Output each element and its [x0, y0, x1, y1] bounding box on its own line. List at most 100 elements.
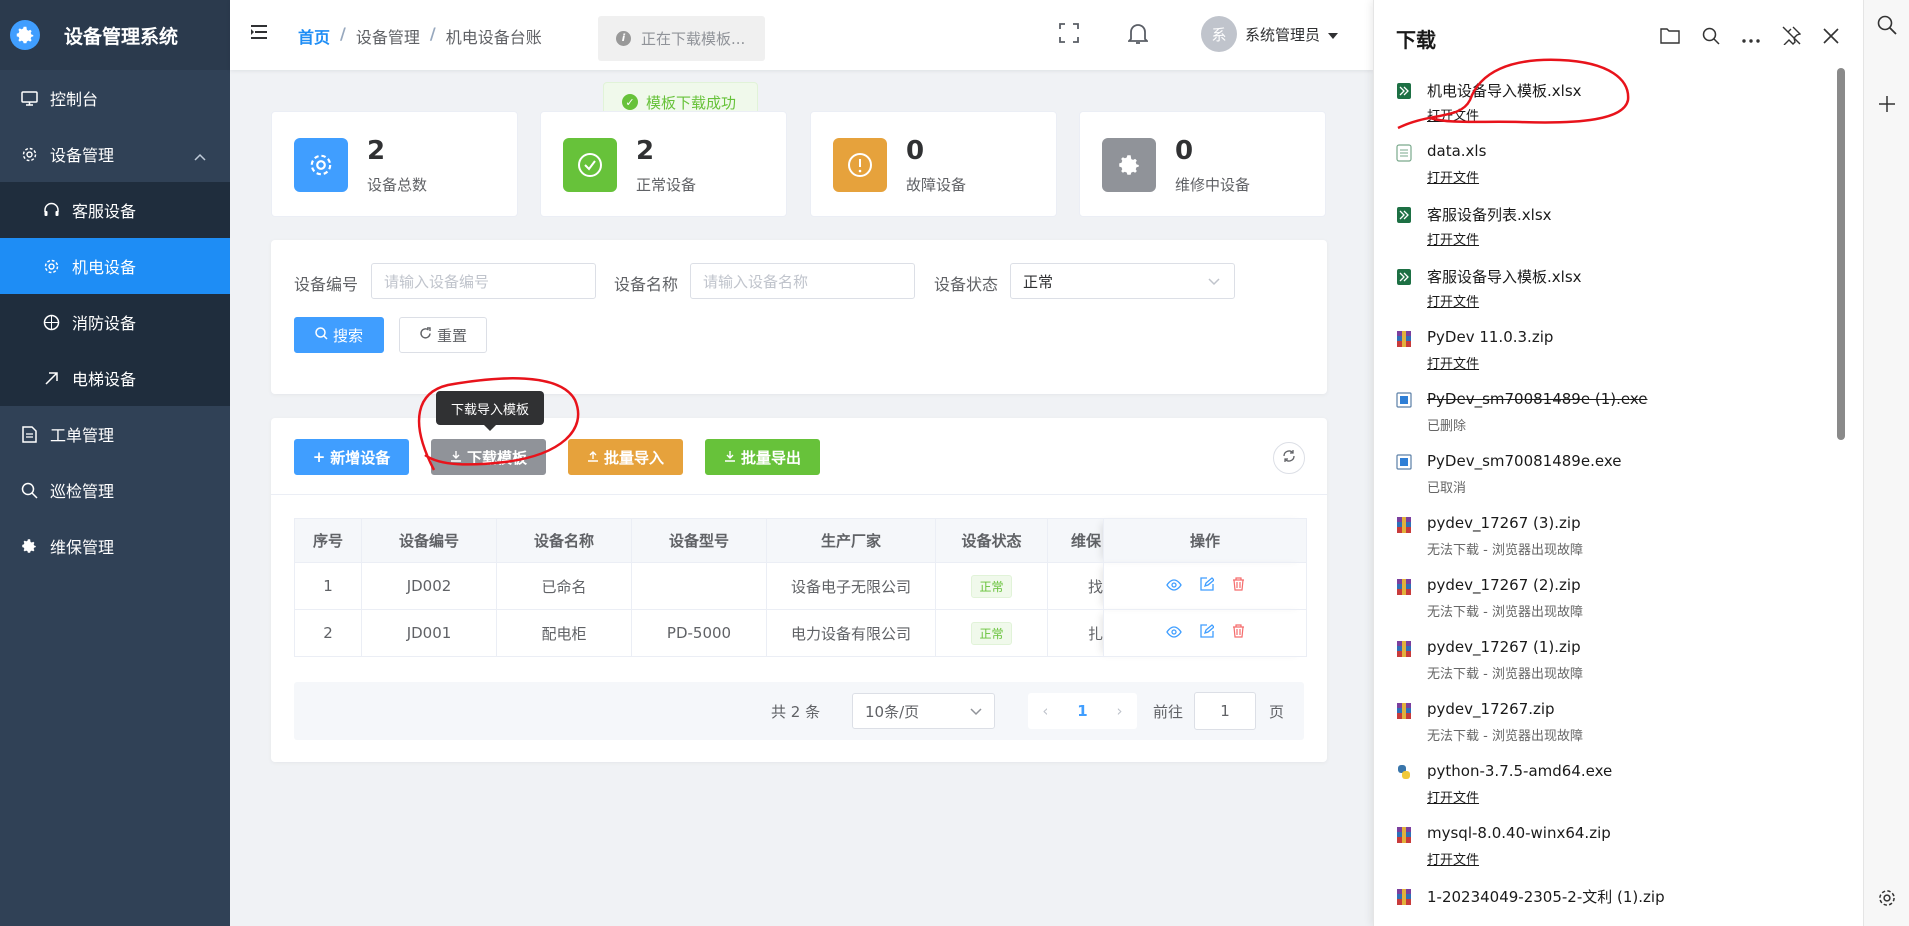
download-item[interactable]: mysql-8.0.40-winx64.zip 打开文件: [1374, 812, 1839, 874]
close-icon[interactable]: [1823, 27, 1839, 48]
download-item[interactable]: pydev_17267 (3).zip 无法下载 - 浏览器出现故障: [1374, 502, 1839, 564]
download-item[interactable]: 客服设备导入模板.xlsx 打开文件: [1374, 254, 1839, 316]
status-select[interactable]: 正常: [1010, 263, 1235, 299]
download-item[interactable]: PyDev_sm70081489e.exe 已取消: [1374, 440, 1839, 502]
name-label: 设备名称: [614, 275, 679, 294]
download-template-button[interactable]: 下载模板: [431, 439, 546, 475]
sidebar-item-fire-devices[interactable]: 消防设备: [0, 294, 230, 350]
sidebar-item-maintenance[interactable]: 维保管理: [0, 518, 230, 574]
download-item[interactable]: 客服设备列表.xlsx 打开文件: [1374, 192, 1839, 254]
gear-icon[interactable]: [1877, 888, 1897, 912]
sidebar-item-device-management[interactable]: 设备管理: [0, 126, 230, 182]
page-size-select[interactable]: 10条/页: [852, 693, 995, 729]
folder-icon[interactable]: [1660, 27, 1680, 48]
batch-export-button[interactable]: 批量导出: [705, 439, 820, 475]
bell-icon[interactable]: [1126, 23, 1150, 49]
cell-name: 已命名: [496, 562, 632, 610]
open-file-link[interactable]: 打开文件: [1427, 291, 1479, 310]
more-icon[interactable]: [1742, 29, 1760, 47]
search-icon[interactable]: [1877, 15, 1897, 39]
zip-file-icon: [1396, 330, 1412, 348]
edit-icon[interactable]: [1199, 624, 1215, 642]
download-file-name[interactable]: pydev_17267 (3).zip: [1427, 514, 1581, 532]
sidebar-item-label: 客服设备: [72, 202, 137, 221]
open-file-link[interactable]: 打开文件: [1427, 167, 1479, 186]
goto-page-input[interactable]: 1: [1194, 692, 1256, 730]
gear-icon: [42, 257, 60, 275]
plus-icon[interactable]: [1878, 95, 1896, 117]
download-file-name[interactable]: PyDev 11.0.3.zip: [1427, 328, 1553, 346]
download-file-name[interactable]: pydev_17267 (1).zip: [1427, 638, 1581, 656]
goto-label: 前往: [1153, 703, 1184, 721]
download-item[interactable]: data.xls 打开文件: [1374, 130, 1839, 192]
open-file-link[interactable]: 打开文件: [1427, 229, 1479, 248]
download-file-name[interactable]: data.xls: [1427, 142, 1486, 160]
download-file-name[interactable]: 客服设备导入模板.xlsx: [1427, 266, 1582, 287]
unpin-icon[interactable]: [1782, 26, 1802, 49]
refresh-button[interactable]: [1273, 442, 1305, 474]
table-header-row: 序号 设备编号 设备名称 设备型号 生产厂家 设备状态 维保 操作: [294, 518, 1308, 563]
xls-file-icon: [1396, 144, 1412, 162]
download-item[interactable]: pydev_17267 (2).zip 无法下载 - 浏览器出现故障: [1374, 564, 1839, 626]
current-page[interactable]: 1: [1077, 702, 1087, 720]
download-file-name[interactable]: 机电设备导入模板.xlsx: [1427, 80, 1582, 101]
col-header: 设备名称: [496, 518, 632, 563]
sidebar-item-dashboard[interactable]: 控制台: [0, 70, 230, 126]
download-file-name[interactable]: pydev_17267 (2).zip: [1427, 576, 1581, 594]
sidebar-item-elevator-devices[interactable]: 电梯设备: [0, 350, 230, 406]
download-item[interactable]: python-3.7.5-amd64.exe 打开文件: [1374, 750, 1839, 812]
download-item[interactable]: pydev_17267.zip 无法下载 - 浏览器出现故障: [1374, 688, 1839, 750]
delete-icon[interactable]: [1232, 577, 1245, 595]
stat-value: 0: [906, 136, 925, 166]
sidebar: 设备管理系统 控制台 设备管理 客服设备 机电设备 消防设备 电梯设备 工单管理…: [0, 0, 230, 926]
batch-import-button[interactable]: 批量导入: [568, 439, 683, 475]
sidebar-item-service-devices[interactable]: 客服设备: [0, 182, 230, 238]
open-file-link[interactable]: 打开文件: [1427, 849, 1479, 868]
view-icon[interactable]: [1165, 624, 1182, 642]
download-file-name[interactable]: PyDev_sm70081489e (1).exe: [1427, 390, 1647, 408]
page-nav: ‹ 1 ›: [1028, 693, 1137, 729]
download-file-name[interactable]: PyDev_sm70081489e.exe: [1427, 452, 1621, 470]
open-file-link[interactable]: 打开文件: [1427, 353, 1479, 372]
device-code-input[interactable]: 请输入设备编号: [371, 263, 596, 299]
search-icon: [20, 481, 38, 499]
stat-card-total: 2 设备总数: [271, 111, 518, 217]
download-item[interactable]: pydev_17267 (1).zip 无法下载 - 浏览器出现故障: [1374, 626, 1839, 688]
stat-value: 0: [1175, 136, 1194, 166]
open-file-link[interactable]: 打开文件: [1427, 787, 1479, 806]
reset-button[interactable]: 重置: [399, 317, 487, 353]
download-file-name[interactable]: 1-20234049-2305-2-文利 (1).zip: [1427, 886, 1665, 907]
download-file-name[interactable]: 客服设备列表.xlsx: [1427, 204, 1552, 225]
downloads-panel: 下载 机电设备导入模板.xlsx 打开文件 data.xls 打开文件 客服设备列表.x…: [1373, 0, 1863, 926]
avatar: 系: [1201, 16, 1237, 52]
search-button[interactable]: 搜索: [294, 317, 384, 353]
open-file-link[interactable]: 打开文件: [1427, 105, 1479, 124]
download-file-name[interactable]: mysql-8.0.40-winx64.zip: [1427, 824, 1611, 842]
downloads-scrollbar[interactable]: [1837, 68, 1845, 440]
fullscreen-icon[interactable]: [1059, 23, 1079, 47]
search-icon[interactable]: [1702, 27, 1720, 49]
sidebar-item-work-orders[interactable]: 工单管理: [0, 406, 230, 462]
chevron-left-icon[interactable]: ‹: [1042, 702, 1048, 720]
stat-value: 2: [636, 136, 655, 166]
add-device-button[interactable]: + 新增设备: [294, 439, 409, 475]
download-item[interactable]: PyDev 11.0.3.zip 打开文件: [1374, 316, 1839, 378]
status-badge: 正常: [971, 574, 1012, 598]
device-name-input[interactable]: 请输入设备名称: [690, 263, 915, 299]
download-item[interactable]: PyDev_sm70081489e (1).exe 已删除: [1374, 378, 1839, 440]
sidebar-item-electromechanical[interactable]: 机电设备: [0, 238, 230, 294]
download-file-name[interactable]: python-3.7.5-amd64.exe: [1427, 762, 1612, 780]
view-icon[interactable]: [1165, 577, 1182, 595]
download-status: 无法下载 - 浏览器出现故障: [1427, 667, 1583, 682]
headset-icon: [42, 201, 60, 219]
delete-icon[interactable]: [1232, 624, 1245, 642]
user-menu[interactable]: 系 系统管理员: [1201, 16, 1339, 52]
sidebar-item-inspection[interactable]: 巡检管理: [0, 462, 230, 518]
edit-icon[interactable]: [1199, 577, 1215, 595]
download-file-name[interactable]: pydev_17267.zip: [1427, 700, 1555, 718]
breadcrumb-home[interactable]: 首页: [298, 24, 330, 48]
download-item[interactable]: 1-20234049-2305-2-文利 (1).zip: [1374, 874, 1839, 926]
menu-toggle-icon[interactable]: [250, 24, 268, 44]
download-item[interactable]: 机电设备导入模板.xlsx 打开文件: [1374, 68, 1839, 130]
chevron-right-icon[interactable]: ›: [1117, 702, 1123, 720]
